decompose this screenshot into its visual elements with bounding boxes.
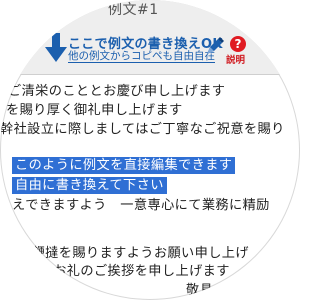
document-editor[interactable]: ご清栄のこととお慶び申し上げます を賜り厚く御礼申し上げます 幹社設立に際しまし… (0, 74, 300, 300)
stage: 例文#1 ここで例文の書き換えOK 他の例文からコピペも自由自在 ? 説明 ご清… (0, 0, 300, 300)
document-line: を賜り厚く御礼申し上げます (6, 103, 183, 118)
question-icon: ? (230, 36, 246, 52)
document-line-selected[interactable]: 自由に書き換えて下さい (12, 174, 167, 194)
document-line-selected[interactable]: このように例文を直接編集できます (12, 154, 236, 174)
down-arrow-icon (45, 33, 67, 62)
pencil-icon[interactable] (203, 36, 225, 58)
document-line: ご鞭撻を賜りますようお願い申し上げ (18, 246, 249, 261)
help-button[interactable]: ? 説明 (226, 34, 252, 66)
help-label: 説明 (226, 55, 246, 66)
copy-paste-hint: 他の例文からコピペも自由自在 (68, 50, 215, 63)
selected-text[interactable]: このように例文を直接編集できます (12, 157, 236, 174)
closing-line: 敬具 (186, 283, 214, 298)
document-line: 幹社設立に際しましてはご丁寧なご祝意を賜り (0, 122, 285, 137)
editor-toolbar: 例文#1 ここで例文の書き換えOK 他の例文からコピペも自由自在 ? 説明 (0, 0, 300, 75)
document-line: ご清栄のこととお慶び申し上げます (8, 84, 226, 99)
document-title: 例文#1 (108, 2, 159, 18)
document-line: えできますよう 一意専心にて業務に精励 (12, 198, 270, 213)
selected-text[interactable]: 自由に書き換えて下さい (12, 177, 167, 194)
magnifier-view: 例文#1 ここで例文の書き換えOK 他の例文からコピペも自由自在 ? 説明 ご清… (0, 0, 300, 300)
document-line: てお礼のご挨拶を申し上げます (40, 264, 230, 279)
